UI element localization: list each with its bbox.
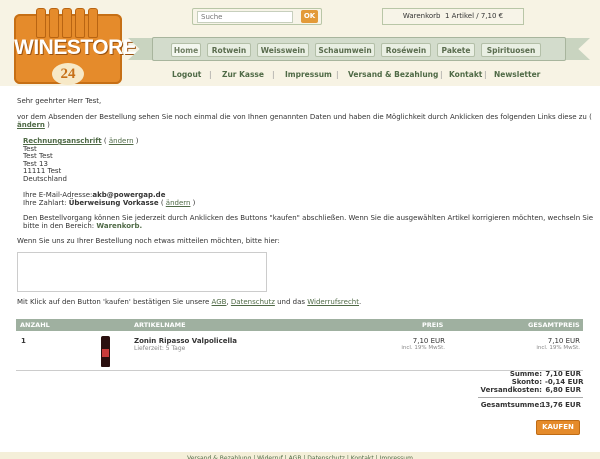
shipping-label: Versandkosten: <box>480 386 542 394</box>
widerruf-link[interactable]: Widerrufsrecht <box>307 298 359 306</box>
nav-item-pakete[interactable]: Pakete <box>437 43 475 57</box>
total-label: Gesamtsumme: <box>480 401 542 409</box>
buy-button[interactable]: KAUFEN <box>536 420 580 435</box>
nav-item-schaumwein[interactable]: Schaumwein <box>315 43 375 57</box>
nav-ribbon-right <box>564 38 590 60</box>
footer-links[interactable]: Versand & Bezahlung | Widerruf | AGB | D… <box>0 452 600 459</box>
billing-line: Test Test <box>23 152 53 160</box>
col-total: GESAMTPREIS <box>528 321 580 329</box>
row-price: 7,10 EUR <box>412 337 445 345</box>
intro-text: vor dem Absenden der Bestellung sehen Si… <box>17 113 592 121</box>
bottle-icon <box>36 8 46 38</box>
cart-summary: 1 Artikel / 7,10 € <box>444 12 504 20</box>
subnav-logout[interactable]: Logout <box>172 70 201 79</box>
email-line: Ihre E-Mail-Adresse:akb@powergap.de <box>23 191 166 199</box>
payment-value: Überweisung Vorkasse <box>68 199 159 207</box>
logo-number: 24 <box>52 63 84 85</box>
cart-link[interactable]: Warenkorb. <box>96 222 142 230</box>
intro-edit: ändern ) <box>17 121 50 129</box>
bottle-icon <box>62 8 72 38</box>
nav-item-home[interactable]: Home <box>171 43 201 57</box>
terms-line: Mit Klick auf den Button 'kaufen' bestät… <box>17 298 362 306</box>
billing-edit-link[interactable]: ändern <box>109 137 134 145</box>
greeting: Sehr geehrter Herr Test, <box>17 97 102 105</box>
billing-heading-line: Rechnungsanschrift ( ändern ) <box>23 137 139 145</box>
notice-line1: Den Bestellvorgang können Sie jederzeit … <box>23 214 594 222</box>
skonto-value: -0,14 EUR <box>545 378 584 386</box>
email-value: akb@powergap.de <box>92 191 166 199</box>
row-delivery: Lieferzeit: 5 Tage <box>134 345 186 352</box>
order-comment-field[interactable] <box>17 252 267 292</box>
total-value: 13,76 EUR <box>540 401 581 409</box>
shipping-value: 6,80 EUR <box>545 386 581 394</box>
notice-line2: bitte in den Bereich: Warenkorb. <box>23 222 143 230</box>
datenschutz-link[interactable]: Datenschutz <box>231 298 275 306</box>
billing-line: Deutschland <box>23 175 67 183</box>
billing-line: 11111 Test <box>23 167 62 175</box>
agb-link[interactable]: AGB <box>212 298 227 306</box>
sum-label: Summe: <box>509 370 542 378</box>
search-input[interactable] <box>197 11 293 23</box>
subnav-kasse[interactable]: Zur Kasse <box>222 70 264 79</box>
col-price: PREIS <box>422 321 444 329</box>
sum-value: 7,10 EUR <box>545 370 581 378</box>
nav-item-rotwein[interactable]: Rotwein <box>207 43 251 57</box>
row-total-note: incl. 19% MwSt. <box>536 345 580 351</box>
subnav-kontakt[interactable]: Kontakt <box>449 70 482 79</box>
cart-box[interactable]: Warenkorb 1 Artikel / 7,10 € <box>382 8 524 25</box>
bottle-icon <box>75 8 85 38</box>
subnav-newsletter[interactable]: Newsletter <box>494 70 540 79</box>
comment-prompt: Wenn Sie uns zu Ihrer Bestellung noch et… <box>17 237 280 245</box>
row-product-name[interactable]: Zonin Ripasso Valpolicella <box>134 337 237 345</box>
bottle-icon <box>49 8 59 38</box>
skonto-label: Skonto: <box>511 378 542 386</box>
subnav-impressum[interactable]: Impressum <box>285 70 332 79</box>
nav-item-weisswein[interactable]: Weisswein <box>257 43 309 57</box>
payment-line: Ihre Zahlart: Überweisung Vorkasse ( änd… <box>23 199 196 207</box>
bottle-icon <box>88 8 98 38</box>
main-nav: Home Rotwein Weisswein Schaumwein Roséwe… <box>152 37 566 61</box>
nav-item-spirituosen[interactable]: Spirituosen <box>481 43 541 57</box>
search-button[interactable]: OK <box>301 10 318 23</box>
order-table-header: ANZAHL ARTIKELNAME PREIS GESAMTPREIS <box>16 319 583 331</box>
store-logo[interactable]: WINESTORE 24 <box>14 8 137 88</box>
nav-item-rosewein[interactable]: Roséwein <box>381 43 431 57</box>
edit-data-link[interactable]: ändern <box>17 121 45 129</box>
summary-divider <box>478 397 583 398</box>
payment-edit-link[interactable]: ändern <box>166 199 191 207</box>
logo-bottles <box>36 8 100 38</box>
site-header: WINESTORE 24 OK Warenkorb 1 Artikel / 7,… <box>0 0 600 86</box>
row-qty: 1 <box>21 337 26 345</box>
search-box: OK <box>192 8 322 25</box>
wine-bottle-image[interactable] <box>101 336 110 367</box>
row-total: 7,10 EUR <box>547 337 580 345</box>
row-price-note: incl. 19% MwSt. <box>401 345 445 351</box>
col-qty: ANZAHL <box>20 321 50 329</box>
subnav-versand[interactable]: Versand & Bezahlung <box>348 70 438 79</box>
cart-label: Warenkorb <box>402 12 441 20</box>
col-name: ARTIKELNAME <box>134 321 186 329</box>
billing-heading: Rechnungsanschrift <box>23 137 102 145</box>
logo-title: WINESTORE <box>14 36 137 59</box>
